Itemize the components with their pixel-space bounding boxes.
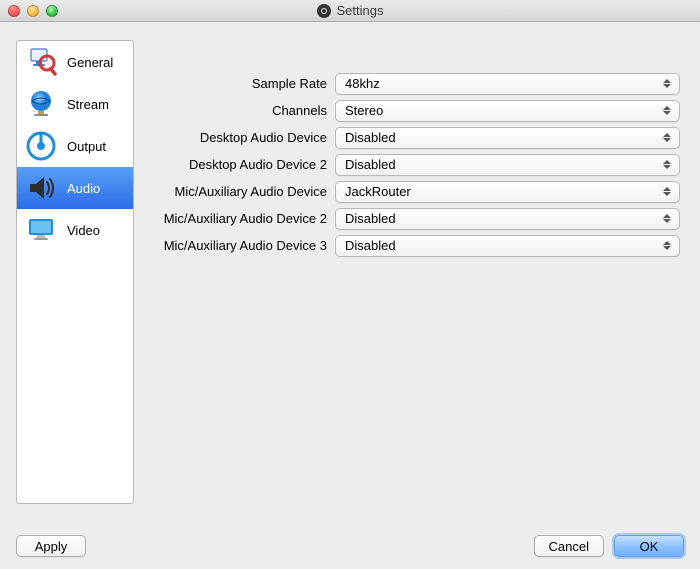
- titlebar: Settings: [0, 0, 700, 22]
- row-mic-aux-2: Mic/Auxiliary Audio Device 2 Disabled: [152, 205, 680, 232]
- row-desktop-audio-2: Desktop Audio Device 2 Disabled: [152, 151, 680, 178]
- select-value: Stereo: [345, 103, 383, 118]
- ok-button[interactable]: OK: [614, 535, 684, 557]
- select-desktop-audio-2[interactable]: Disabled: [335, 154, 680, 176]
- row-channels: Channels Stereo: [152, 97, 680, 124]
- label-sample-rate: Sample Rate: [152, 76, 327, 91]
- sidebar-item-label: Video: [67, 223, 100, 238]
- select-desktop-audio[interactable]: Disabled: [335, 127, 680, 149]
- sidebar-item-stream[interactable]: Stream: [17, 83, 133, 125]
- label-mic-aux-3: Mic/Auxiliary Audio Device 3: [152, 238, 327, 253]
- label-desktop-audio-2: Desktop Audio Device 2: [152, 157, 327, 172]
- label-channels: Channels: [152, 103, 327, 118]
- label-mic-aux-2: Mic/Auxiliary Audio Device 2: [152, 211, 327, 226]
- updown-arrows-icon: [659, 209, 675, 229]
- updown-arrows-icon: [659, 155, 675, 175]
- cancel-button[interactable]: Cancel: [534, 535, 604, 557]
- content: General Stream: [0, 22, 700, 569]
- row-mic-aux: Mic/Auxiliary Audio Device JackRouter: [152, 178, 680, 205]
- row-desktop-audio: Desktop Audio Device Disabled: [152, 124, 680, 151]
- video-icon: [23, 212, 59, 248]
- sidebar-item-label: Output: [67, 139, 106, 154]
- bottom-left-buttons: Apply: [16, 535, 86, 557]
- sidebar-item-general[interactable]: General: [17, 41, 133, 83]
- select-mic-aux[interactable]: JackRouter: [335, 181, 680, 203]
- sidebar-item-audio[interactable]: Audio: [17, 167, 133, 209]
- select-mic-aux-2[interactable]: Disabled: [335, 208, 680, 230]
- sidebar-item-output[interactable]: Output: [17, 125, 133, 167]
- general-icon: [23, 44, 59, 80]
- settings-sidebar: General Stream: [16, 40, 134, 504]
- select-value: Disabled: [345, 130, 396, 145]
- select-sample-rate[interactable]: 48khz: [335, 73, 680, 95]
- traffic-lights: [0, 5, 58, 17]
- updown-arrows-icon: [659, 236, 675, 256]
- select-value: JackRouter: [345, 184, 411, 199]
- select-value: Disabled: [345, 238, 396, 253]
- sidebar-item-label: Audio: [67, 181, 100, 196]
- close-icon[interactable]: [8, 5, 20, 17]
- updown-arrows-icon: [659, 74, 675, 94]
- label-mic-aux: Mic/Auxiliary Audio Device: [152, 184, 327, 199]
- select-value: 48khz: [345, 76, 380, 91]
- audio-icon: [23, 170, 59, 206]
- updown-arrows-icon: [659, 128, 675, 148]
- output-icon: [23, 128, 59, 164]
- minimize-icon[interactable]: [27, 5, 39, 17]
- row-sample-rate: Sample Rate 48khz: [152, 70, 680, 97]
- updown-arrows-icon: [659, 182, 675, 202]
- select-value: Disabled: [345, 157, 396, 172]
- settings-form: Sample Rate 48khz Channels Stereo Deskto…: [152, 70, 680, 259]
- sidebar-item-video[interactable]: Video: [17, 209, 133, 251]
- bottom-right-buttons: Cancel OK: [534, 535, 684, 557]
- select-mic-aux-3[interactable]: Disabled: [335, 235, 680, 257]
- select-value: Disabled: [345, 211, 396, 226]
- updown-arrows-icon: [659, 101, 675, 121]
- select-channels[interactable]: Stereo: [335, 100, 680, 122]
- stream-icon: [23, 86, 59, 122]
- app-icon: [317, 4, 331, 18]
- apply-button[interactable]: Apply: [16, 535, 86, 557]
- sidebar-item-label: General: [67, 55, 113, 70]
- window-title: Settings: [337, 3, 384, 18]
- row-mic-aux-3: Mic/Auxiliary Audio Device 3 Disabled: [152, 232, 680, 259]
- sidebar-item-label: Stream: [67, 97, 109, 112]
- label-desktop-audio: Desktop Audio Device: [152, 130, 327, 145]
- zoom-icon[interactable]: [46, 5, 58, 17]
